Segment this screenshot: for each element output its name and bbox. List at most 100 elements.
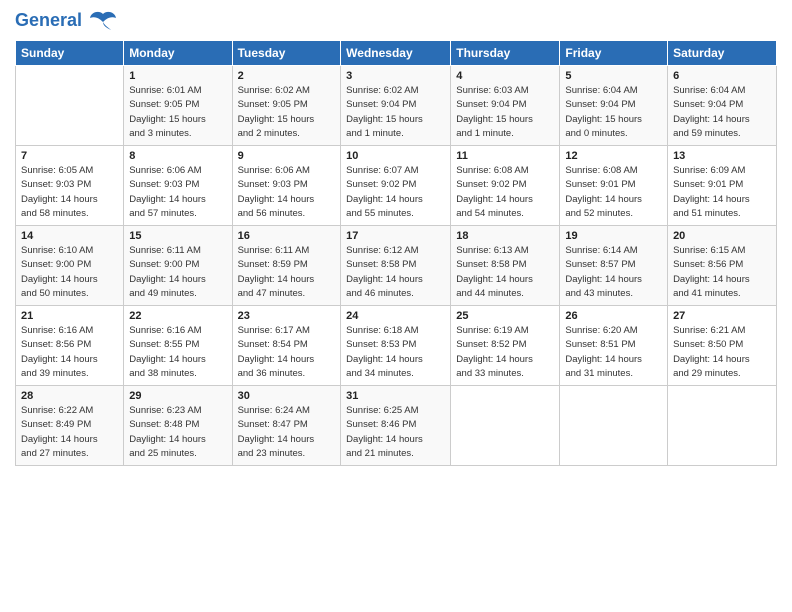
calendar-header-row: SundayMondayTuesdayWednesdayThursdayFrid… <box>16 41 777 66</box>
day-number: 20 <box>673 230 771 242</box>
day-number: 21 <box>21 310 118 322</box>
day-info: Sunrise: 6:21 AM Sunset: 8:50 PM Dayligh… <box>673 324 771 381</box>
day-info: Sunrise: 6:15 AM Sunset: 8:56 PM Dayligh… <box>673 244 771 301</box>
day-info: Sunrise: 6:11 AM Sunset: 8:59 PM Dayligh… <box>238 244 336 301</box>
day-info: Sunrise: 6:17 AM Sunset: 8:54 PM Dayligh… <box>238 324 336 381</box>
day-number: 7 <box>21 150 118 162</box>
day-info: Sunrise: 6:11 AM Sunset: 9:00 PM Dayligh… <box>129 244 226 301</box>
day-info: Sunrise: 6:25 AM Sunset: 8:46 PM Dayligh… <box>346 404 445 461</box>
calendar-cell: 28 Sunrise: 6:22 AM Sunset: 8:49 PM Dayli… <box>16 386 124 466</box>
header: General <box>15 10 777 32</box>
calendar-cell: 17 Sunrise: 6:12 AM Sunset: 8:58 PM Dayli… <box>341 226 451 306</box>
day-info: Sunrise: 6:16 AM Sunset: 8:56 PM Dayligh… <box>21 324 118 381</box>
day-number: 26 <box>565 310 662 322</box>
day-number: 29 <box>129 390 226 402</box>
calendar-cell: 14Sunrise: 6:10 AM Sunset: 9:00 PM Dayli… <box>16 226 124 306</box>
calendar-cell: 12 Sunrise: 6:08 AM Sunset: 9:01 PM Dayli… <box>560 146 668 226</box>
calendar-cell: 10Sunrise: 6:07 AM Sunset: 9:02 PM Dayli… <box>341 146 451 226</box>
day-info: Sunrise: 6:04 AM Sunset: 9:04 PM Dayligh… <box>565 84 662 141</box>
logo-bird-icon <box>89 10 117 32</box>
calendar-cell: 26 Sunrise: 6:20 AM Sunset: 8:51 PM Dayli… <box>560 306 668 386</box>
day-info: Sunrise: 6:02 AM Sunset: 9:04 PM Dayligh… <box>346 84 445 141</box>
day-info: Sunrise: 6:06 AM Sunset: 9:03 PM Dayligh… <box>238 164 336 221</box>
day-number: 12 <box>565 150 662 162</box>
day-number: 17 <box>346 230 445 242</box>
calendar-cell: 30 Sunrise: 6:24 AM Sunset: 8:47 PM Dayli… <box>232 386 341 466</box>
calendar-cell <box>451 386 560 466</box>
day-number: 1 <box>129 70 226 82</box>
calendar-cell: 23Sunrise: 6:17 AM Sunset: 8:54 PM Dayli… <box>232 306 341 386</box>
day-info: Sunrise: 6:08 AM Sunset: 9:02 PM Dayligh… <box>456 164 554 221</box>
calendar-cell: 24 Sunrise: 6:18 AM Sunset: 8:53 PM Dayli… <box>341 306 451 386</box>
calendar-cell: 1 Sunrise: 6:01 AM Sunset: 9:05 PM Daylig… <box>124 66 232 146</box>
calendar-cell: 13 Sunrise: 6:09 AM Sunset: 9:01 PM Dayli… <box>668 146 777 226</box>
day-number: 31 <box>346 390 445 402</box>
page-container: General SundayMondayTuesdayWednesdayThur… <box>0 0 792 476</box>
day-number: 13 <box>673 150 771 162</box>
day-number: 9 <box>238 150 336 162</box>
column-header-monday: Monday <box>124 41 232 66</box>
day-number: 11 <box>456 150 554 162</box>
logo-text: General <box>15 10 117 32</box>
day-info: Sunrise: 6:12 AM Sunset: 8:58 PM Dayligh… <box>346 244 445 301</box>
day-info: Sunrise: 6:05 AM Sunset: 9:03 PM Dayligh… <box>21 164 118 221</box>
day-number: 16 <box>238 230 336 242</box>
column-header-tuesday: Tuesday <box>232 41 341 66</box>
calendar-cell: 21 Sunrise: 6:16 AM Sunset: 8:56 PM Dayli… <box>16 306 124 386</box>
calendar-cell: 18 Sunrise: 6:13 AM Sunset: 8:58 PM Dayli… <box>451 226 560 306</box>
calendar-cell: 20 Sunrise: 6:15 AM Sunset: 8:56 PM Dayli… <box>668 226 777 306</box>
day-info: Sunrise: 6:23 AM Sunset: 8:48 PM Dayligh… <box>129 404 226 461</box>
day-number: 30 <box>238 390 336 402</box>
calendar-cell: 27Sunrise: 6:21 AM Sunset: 8:50 PM Dayli… <box>668 306 777 386</box>
calendar-cell <box>668 386 777 466</box>
day-info: Sunrise: 6:02 AM Sunset: 9:05 PM Dayligh… <box>238 84 336 141</box>
calendar-cell: 6Sunrise: 6:04 AM Sunset: 9:04 PM Daylig… <box>668 66 777 146</box>
calendar-week-row: 21 Sunrise: 6:16 AM Sunset: 8:56 PM Dayli… <box>16 306 777 386</box>
column-header-thursday: Thursday <box>451 41 560 66</box>
day-number: 4 <box>456 70 554 82</box>
calendar-cell: 7 Sunrise: 6:05 AM Sunset: 9:03 PM Daylig… <box>16 146 124 226</box>
day-number: 15 <box>129 230 226 242</box>
day-number: 3 <box>346 70 445 82</box>
calendar-cell: 4 Sunrise: 6:03 AM Sunset: 9:04 PM Daylig… <box>451 66 560 146</box>
calendar-cell: 16 Sunrise: 6:11 AM Sunset: 8:59 PM Dayli… <box>232 226 341 306</box>
day-info: Sunrise: 6:06 AM Sunset: 9:03 PM Dayligh… <box>129 164 226 221</box>
day-number: 24 <box>346 310 445 322</box>
day-number: 18 <box>456 230 554 242</box>
day-info: Sunrise: 6:10 AM Sunset: 9:00 PM Dayligh… <box>21 244 118 301</box>
day-number: 28 <box>21 390 118 402</box>
day-info: Sunrise: 6:03 AM Sunset: 9:04 PM Dayligh… <box>456 84 554 141</box>
calendar-cell: 9 Sunrise: 6:06 AM Sunset: 9:03 PM Daylig… <box>232 146 341 226</box>
day-info: Sunrise: 6:09 AM Sunset: 9:01 PM Dayligh… <box>673 164 771 221</box>
calendar-week-row: 14Sunrise: 6:10 AM Sunset: 9:00 PM Dayli… <box>16 226 777 306</box>
day-info: Sunrise: 6:01 AM Sunset: 9:05 PM Dayligh… <box>129 84 226 141</box>
day-info: Sunrise: 6:13 AM Sunset: 8:58 PM Dayligh… <box>456 244 554 301</box>
calendar-week-row: 7 Sunrise: 6:05 AM Sunset: 9:03 PM Daylig… <box>16 146 777 226</box>
calendar-cell: 11 Sunrise: 6:08 AM Sunset: 9:02 PM Dayli… <box>451 146 560 226</box>
day-number: 6 <box>673 70 771 82</box>
calendar-cell: 29 Sunrise: 6:23 AM Sunset: 8:48 PM Dayli… <box>124 386 232 466</box>
column-header-sunday: Sunday <box>16 41 124 66</box>
day-info: Sunrise: 6:08 AM Sunset: 9:01 PM Dayligh… <box>565 164 662 221</box>
day-number: 2 <box>238 70 336 82</box>
day-number: 19 <box>565 230 662 242</box>
calendar-cell: 15 Sunrise: 6:11 AM Sunset: 9:00 PM Dayli… <box>124 226 232 306</box>
day-info: Sunrise: 6:18 AM Sunset: 8:53 PM Dayligh… <box>346 324 445 381</box>
day-info: Sunrise: 6:16 AM Sunset: 8:55 PM Dayligh… <box>129 324 226 381</box>
calendar-cell: 31 Sunrise: 6:25 AM Sunset: 8:46 PM Dayli… <box>341 386 451 466</box>
calendar-cell <box>560 386 668 466</box>
logo: General <box>15 10 117 32</box>
day-info: Sunrise: 6:19 AM Sunset: 8:52 PM Dayligh… <box>456 324 554 381</box>
calendar-cell: 8Sunrise: 6:06 AM Sunset: 9:03 PM Daylig… <box>124 146 232 226</box>
day-number: 25 <box>456 310 554 322</box>
day-info: Sunrise: 6:24 AM Sunset: 8:47 PM Dayligh… <box>238 404 336 461</box>
calendar-cell <box>16 66 124 146</box>
day-number: 5 <box>565 70 662 82</box>
calendar-cell: 19Sunrise: 6:14 AM Sunset: 8:57 PM Dayli… <box>560 226 668 306</box>
day-info: Sunrise: 6:20 AM Sunset: 8:51 PM Dayligh… <box>565 324 662 381</box>
day-info: Sunrise: 6:22 AM Sunset: 8:49 PM Dayligh… <box>21 404 118 461</box>
calendar-cell: 25 Sunrise: 6:19 AM Sunset: 8:52 PM Dayli… <box>451 306 560 386</box>
calendar-cell: 5 Sunrise: 6:04 AM Sunset: 9:04 PM Daylig… <box>560 66 668 146</box>
calendar-cell: 22Sunrise: 6:16 AM Sunset: 8:55 PM Dayli… <box>124 306 232 386</box>
day-number: 10 <box>346 150 445 162</box>
